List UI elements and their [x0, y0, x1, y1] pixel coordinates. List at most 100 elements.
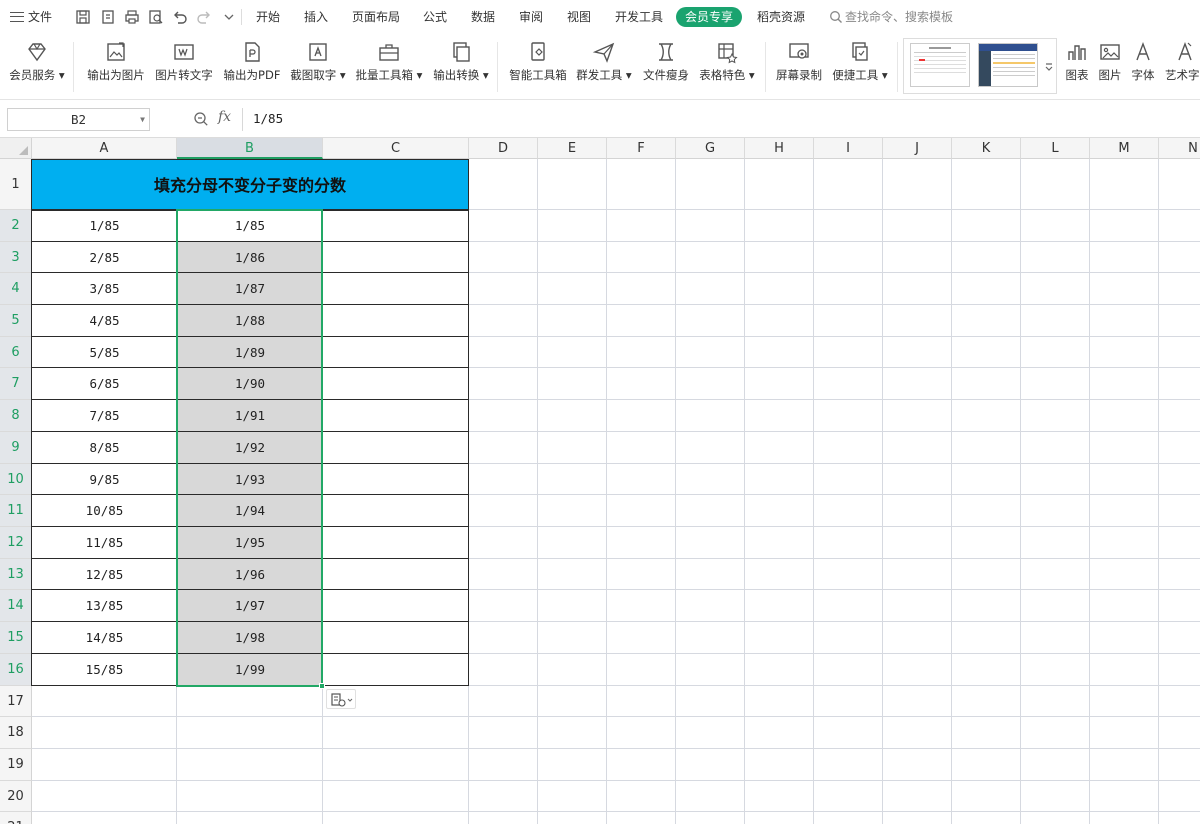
insert-function-button[interactable]: fx — [218, 109, 231, 125]
cell-a4[interactable]: 3/85 — [32, 273, 177, 305]
chart-button[interactable]: 图表 — [1062, 34, 1092, 100]
undo-icon[interactable] — [172, 9, 188, 25]
row-header-13[interactable]: 13 — [0, 559, 32, 590]
cell-a11[interactable]: 10/85 — [32, 495, 177, 527]
column-header-e[interactable]: E — [538, 138, 607, 159]
row-header-15[interactable]: 15 — [0, 622, 32, 654]
cell-c13[interactable] — [323, 559, 469, 590]
mass-send-button[interactable]: 群发工具 ▾ — [574, 34, 634, 100]
column-header-d[interactable]: D — [469, 138, 538, 159]
command-search[interactable]: 查找命令、搜索模板 — [829, 0, 953, 34]
column-header-l[interactable]: L — [1021, 138, 1090, 159]
cell-a13[interactable]: 12/85 — [32, 559, 177, 590]
row-header-2[interactable]: 2 — [0, 210, 32, 242]
quick-access-dropdown-icon[interactable] — [221, 9, 237, 25]
member-service-button[interactable]: 会员服务 ▾ — [4, 34, 70, 100]
fill-handle[interactable] — [319, 683, 325, 689]
row-header-21[interactable]: 21 — [0, 812, 32, 824]
row-header-6[interactable]: 6 — [0, 337, 32, 368]
row-header-8[interactable]: 8 — [0, 400, 32, 432]
tab-insert[interactable]: 插入 — [304, 0, 328, 34]
template-gallery[interactable] — [903, 38, 1057, 94]
row-header-20[interactable]: 20 — [0, 781, 32, 812]
file-slim-button[interactable]: 文件瘦身 — [639, 34, 693, 100]
row-header-3[interactable]: 3 — [0, 242, 32, 273]
picture-button[interactable]: 图片 — [1095, 34, 1125, 100]
template-thumbnail[interactable] — [910, 43, 970, 87]
tab-home[interactable]: 开始 — [256, 0, 280, 34]
column-header-a[interactable]: A — [32, 138, 177, 159]
cell-a5[interactable]: 4/85 — [32, 305, 177, 337]
cell-c16[interactable] — [323, 654, 469, 686]
tab-review[interactable]: 审阅 — [519, 0, 543, 34]
cell-a10[interactable]: 9/85 — [32, 464, 177, 495]
row-header-1[interactable]: 1 — [0, 159, 32, 210]
name-box[interactable]: B2 ▼ — [7, 108, 150, 131]
column-header-c[interactable]: C — [323, 138, 469, 159]
export-pdf-icon[interactable] — [100, 9, 116, 25]
row-header-19[interactable]: 19 — [0, 749, 32, 781]
tab-developer[interactable]: 开发工具 — [615, 0, 663, 34]
cell-a7[interactable]: 6/85 — [32, 368, 177, 400]
column-header-h[interactable]: H — [745, 138, 814, 159]
row-header-4[interactable]: 4 — [0, 273, 32, 305]
cell-c7[interactable] — [323, 368, 469, 400]
tab-member-exclusive[interactable]: 会员专享 — [676, 7, 742, 27]
cell-a2[interactable]: 1/85 — [32, 210, 177, 242]
row-header-16[interactable]: 16 — [0, 654, 32, 686]
row-header-12[interactable]: 12 — [0, 527, 32, 559]
column-header-g[interactable]: G — [676, 138, 745, 159]
cell-a9[interactable]: 8/85 — [32, 432, 177, 464]
column-header-j[interactable]: J — [883, 138, 952, 159]
cell-c2[interactable] — [323, 210, 469, 242]
cell-c9[interactable] — [323, 432, 469, 464]
screen-record-button[interactable]: 屏幕录制 — [771, 34, 827, 100]
cell-a6[interactable]: 5/85 — [32, 337, 177, 368]
cell-c6[interactable] — [323, 337, 469, 368]
cell-a15[interactable]: 14/85 — [32, 622, 177, 654]
screenshot-ocr-button[interactable]: 截图取字 ▾ — [288, 34, 348, 100]
file-menu[interactable]: 文件 — [10, 0, 52, 34]
cell-c4[interactable] — [323, 273, 469, 305]
print-icon[interactable] — [124, 9, 140, 25]
select-all-corner[interactable] — [0, 138, 32, 159]
row-header-14[interactable]: 14 — [0, 590, 32, 622]
cell-a14[interactable]: 13/85 — [32, 590, 177, 622]
cell-c11[interactable] — [323, 495, 469, 527]
column-header-f[interactable]: F — [607, 138, 676, 159]
tab-formulas[interactable]: 公式 — [423, 0, 447, 34]
column-header-i[interactable]: I — [814, 138, 883, 159]
redo-icon[interactable] — [196, 9, 212, 25]
save-icon[interactable] — [75, 9, 91, 25]
row-header-11[interactable]: 11 — [0, 495, 32, 527]
row-header-18[interactable]: 18 — [0, 717, 32, 749]
print-preview-icon[interactable] — [148, 9, 164, 25]
tab-docer-resources[interactable]: 稻壳资源 — [757, 0, 805, 34]
formula-input[interactable]: 1/85 — [242, 108, 1200, 131]
zoom-icon[interactable] — [193, 111, 209, 127]
font-button[interactable]: 字体 — [1128, 34, 1158, 100]
cell-a12[interactable]: 11/85 — [32, 527, 177, 559]
table-title-cell[interactable]: 填充分母不变分子变的分数 — [31, 159, 469, 211]
paste-options-button[interactable] — [326, 689, 356, 709]
row-header-10[interactable]: 10 — [0, 464, 32, 495]
cell-c12[interactable] — [323, 527, 469, 559]
tab-data[interactable]: 数据 — [471, 0, 495, 34]
cell-c10[interactable] — [323, 464, 469, 495]
tab-page-layout[interactable]: 页面布局 — [352, 0, 400, 34]
column-header-n[interactable]: N — [1159, 138, 1200, 159]
smart-toolbox-button[interactable]: 智能工具箱 — [506, 34, 570, 100]
spreadsheet-grid[interactable]: A B C D E F G H I J K L M N 1 2 3 4 5 6 7 8 9 10 11 12 13 14 15 16 17 1… — [0, 138, 1200, 824]
row-header-9[interactable]: 9 — [0, 432, 32, 464]
batch-toolbox-button[interactable]: 批量工具箱 ▾ — [352, 34, 426, 100]
table-features-button[interactable]: 表格特色 ▾ — [697, 34, 757, 100]
export-pdf-button[interactable]: 输出为PDF — [220, 34, 284, 100]
cell-a16[interactable]: 15/85 — [32, 654, 177, 686]
row-header-17[interactable]: 17 — [0, 686, 32, 717]
row-header-5[interactable]: 5 — [0, 305, 32, 337]
cell-c3[interactable] — [323, 242, 469, 273]
column-header-k[interactable]: K — [952, 138, 1021, 159]
cell-c14[interactable] — [323, 590, 469, 622]
cell-a8[interactable]: 7/85 — [32, 400, 177, 432]
quick-tools-button[interactable]: 便捷工具 ▾ — [830, 34, 890, 100]
